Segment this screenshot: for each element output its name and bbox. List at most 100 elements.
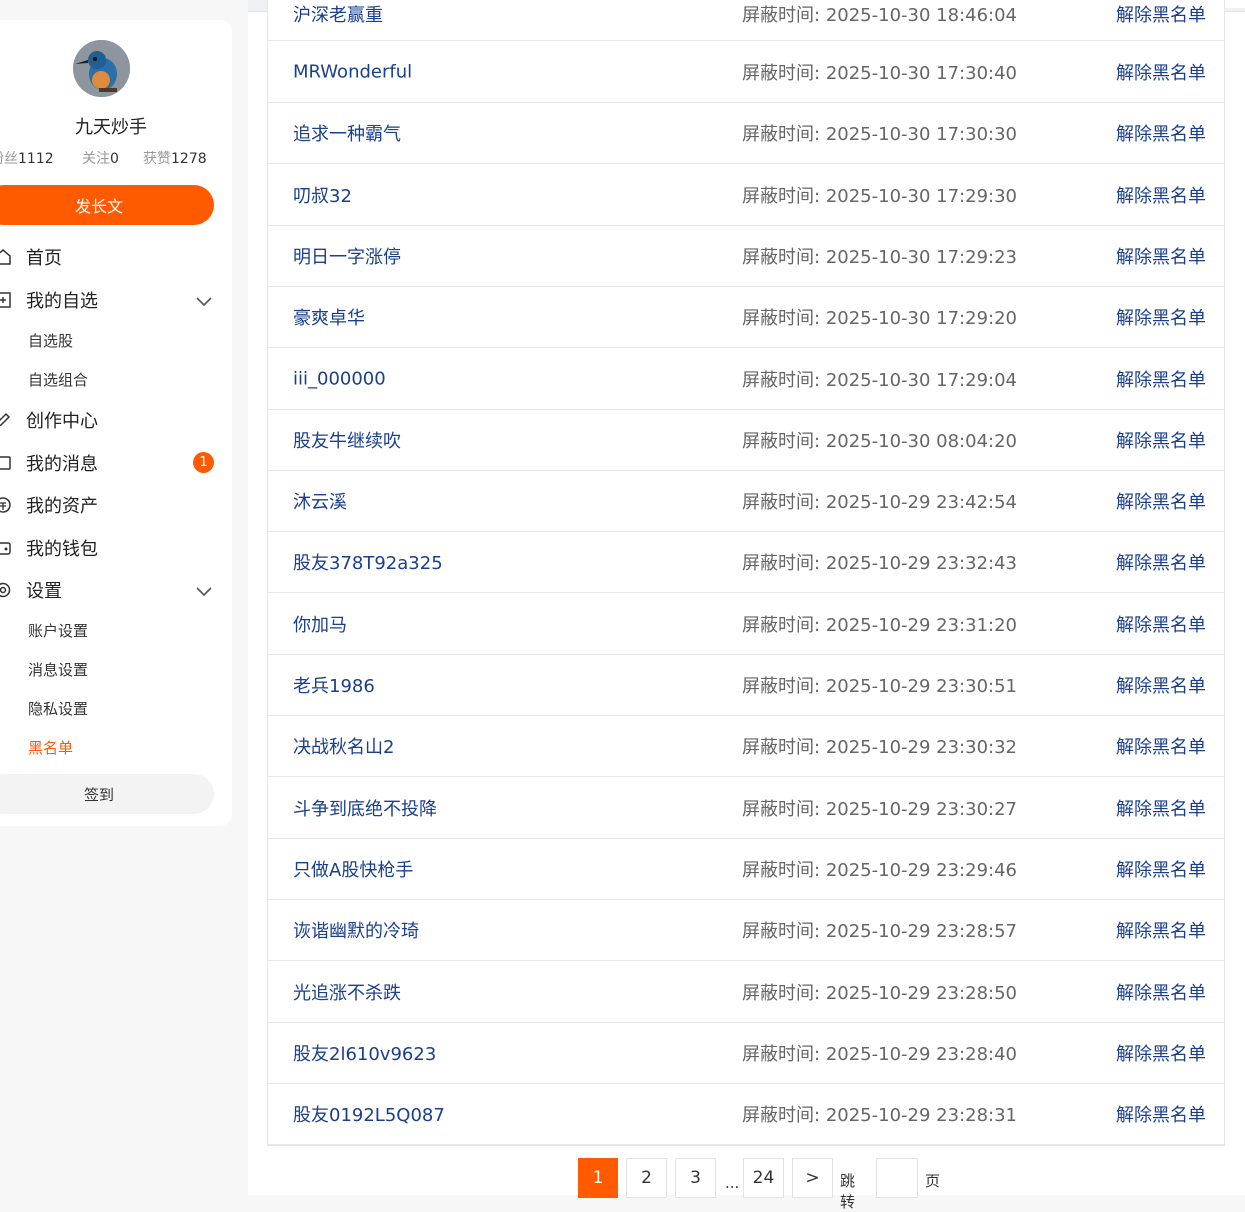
unblock-button[interactable]: 解除黑名单 <box>1116 917 1206 943</box>
blocked-user-name[interactable]: 只做A股快枪手 <box>293 856 413 882</box>
blocked-user-name[interactable]: 追求一种霸气 <box>293 120 401 146</box>
table-row: 股友牛继续吹 屏蔽时间: 2025-10-30 08:04:20 解除黑名单 <box>268 410 1224 471</box>
blocked-user-name[interactable]: 光追涨不杀跌 <box>293 979 401 1005</box>
user-name[interactable]: 九天炒手 <box>0 113 232 139</box>
nav-wallet[interactable]: 我的钱包 <box>0 533 232 563</box>
table-row: 沐云溪 屏蔽时间: 2025-10-29 23:42:54 解除黑名单 <box>268 471 1224 533</box>
table-row-partial: 沪深老赢重 屏蔽时间: 2025-10-30 18:46:04 解除黑名单 <box>268 0 1224 41</box>
block-time: 屏蔽时间: 2025-10-30 17:30:30 <box>742 120 1017 146</box>
unblock-button[interactable]: 解除黑名单 <box>1116 1 1206 27</box>
blocked-user-name[interactable]: 股友0192L5Q087 <box>293 1101 445 1127</box>
block-time: 屏蔽时间: 2025-10-30 17:29:23 <box>742 243 1017 269</box>
table-row: 你加马 屏蔽时间: 2025-10-29 23:31:20 解除黑名单 <box>268 594 1224 655</box>
table-row: iii_000000 屏蔽时间: 2025-10-30 17:29:04 解除黑名单 <box>268 349 1224 410</box>
sub-watchlist-stocks[interactable]: 自选股 <box>28 330 73 351</box>
page-button-1[interactable]: 1 <box>578 1158 618 1198</box>
block-time-label: 屏蔽时间: <box>742 124 821 146</box>
blocked-user-name[interactable]: 决战秋名山2 <box>293 733 394 759</box>
page-button-2[interactable]: 2 <box>626 1158 667 1198</box>
blocked-user-name[interactable]: 你加马 <box>293 611 347 637</box>
unblock-button[interactable]: 解除黑名单 <box>1116 1040 1206 1066</box>
unblock-button[interactable]: 解除黑名单 <box>1116 59 1206 85</box>
chevron-down-icon[interactable] <box>195 291 213 312</box>
table-row: 明日一字涨停 屏蔽时间: 2025-10-30 17:29:23 解除黑名单 <box>268 226 1224 287</box>
blocked-user-name[interactable]: iii_000000 <box>293 368 386 389</box>
block-time-value: 2025-10-30 08:04:20 <box>825 430 1017 452</box>
block-time-label: 屏蔽时间: <box>742 308 821 330</box>
blocked-user-name[interactable]: 明日一字涨停 <box>293 243 401 269</box>
page-button-last[interactable]: 24 <box>743 1158 784 1198</box>
blocked-user-name[interactable]: 股友378T92a325 <box>293 549 443 575</box>
chevron-down-icon[interactable] <box>195 581 213 602</box>
unblock-button[interactable]: 解除黑名单 <box>1116 366 1206 392</box>
block-time-label: 屏蔽时间: <box>742 676 821 697</box>
blocked-user-name[interactable]: 沪深老赢重 <box>293 1 383 27</box>
table-row: 斗争到底绝不投降 屏蔽时间: 2025-10-29 23:30:27 解除黑名单 <box>268 778 1224 839</box>
unblock-button[interactable]: 解除黑名单 <box>1116 1101 1206 1127</box>
unblock-button[interactable]: 解除黑名单 <box>1116 611 1206 637</box>
nav-messages-label: 我的消息 <box>26 454 98 475</box>
blocked-user-name[interactable]: 股友2l610v9623 <box>293 1040 436 1066</box>
likes-count: 1278 <box>171 151 207 167</box>
block-time: 屏蔽时间: 2025-10-29 23:28:40 <box>742 1040 1017 1066</box>
table-row: 光追涨不杀跌 屏蔽时间: 2025-10-29 23:28:50 解除黑名单 <box>268 962 1224 1023</box>
sub-message-settings[interactable]: 消息设置 <box>28 659 88 680</box>
unblock-button[interactable]: 解除黑名单 <box>1116 243 1206 269</box>
nav-watchlist[interactable]: 我的自选 <box>0 285 232 315</box>
unblock-button[interactable]: 解除黑名单 <box>1116 488 1206 514</box>
block-time-value: 2025-10-29 23:31:20 <box>825 614 1017 636</box>
unblock-button[interactable]: 解除黑名单 <box>1116 182 1206 208</box>
blocked-user-name[interactable]: 豪爽卓华 <box>293 304 365 330</box>
sub-blacklist[interactable]: 黑名单 <box>28 737 73 758</box>
sub-account-settings[interactable]: 账户设置 <box>28 620 88 641</box>
nav-settings[interactable]: 设置 <box>0 575 232 605</box>
nav-settings-label: 设置 <box>26 581 62 602</box>
follow-label: 关注 <box>82 151 110 167</box>
blocked-user-name[interactable]: MRWonderful <box>293 62 412 83</box>
block-time-value: 2025-10-29 23:42:54 <box>825 492 1017 514</box>
table-row: 决战秋名山2 屏蔽时间: 2025-10-29 23:30:32 解除黑名单 <box>268 716 1224 778</box>
blocked-user-name[interactable]: 沐云溪 <box>293 488 347 514</box>
block-time-value: 2025-10-30 17:29:23 <box>825 246 1017 268</box>
unblock-button[interactable]: 解除黑名单 <box>1116 427 1206 453</box>
publish-article-button[interactable]: 发长文 <box>0 185 214 225</box>
block-time: 屏蔽时间: 2025-10-30 18:46:04 <box>742 1 1017 27</box>
block-time-value: 2025-10-29 23:29:46 <box>825 859 1017 881</box>
nav-watchlist-label: 我的自选 <box>26 291 98 312</box>
page-jump-input[interactable] <box>876 1158 918 1198</box>
unblock-button[interactable]: 解除黑名单 <box>1116 304 1206 330</box>
blocked-user-name[interactable]: 诙谐幽默的冷琦 <box>293 917 419 943</box>
blocked-user-name[interactable]: 斗争到底绝不投降 <box>293 795 437 821</box>
block-time-label: 屏蔽时间: <box>742 1105 821 1127</box>
unblock-button[interactable]: 解除黑名单 <box>1116 672 1206 698</box>
nav-creator[interactable]: 创作中心 <box>0 405 232 435</box>
blocked-user-name[interactable]: 股友牛继续吹 <box>293 427 401 453</box>
wallet-icon <box>0 539 12 557</box>
unblock-button[interactable]: 解除黑名单 <box>1116 120 1206 146</box>
next-page-button[interactable]: > <box>792 1158 833 1198</box>
sub-privacy-settings[interactable]: 隐私设置 <box>28 698 88 719</box>
unblock-button[interactable]: 解除黑名单 <box>1116 856 1206 882</box>
fans-stat[interactable]: 粉丝1112 <box>0 148 54 168</box>
assets-icon <box>0 496 12 514</box>
page-button-3[interactable]: 3 <box>675 1158 716 1198</box>
checkin-button[interactable]: 签到 <box>0 774 214 814</box>
table-row: 诙谐幽默的冷琦 屏蔽时间: 2025-10-29 23:28:57 解除黑名单 <box>268 900 1224 962</box>
sidebar: 九天炒手 粉丝1112 关注0 获赞1278 发长文 首页 我的自选 自选股 自… <box>0 20 232 826</box>
blocked-user-name[interactable]: 叨叔32 <box>293 182 352 208</box>
block-time-value: 2025-10-30 18:46:04 <box>825 5 1017 26</box>
nav-messages[interactable]: 我的消息 1 <box>0 448 232 478</box>
avatar[interactable] <box>73 40 130 97</box>
unblock-button[interactable]: 解除黑名单 <box>1116 979 1206 1005</box>
sub-watchlist-groups[interactable]: 自选组合 <box>28 369 88 390</box>
nav-home[interactable]: 首页 <box>0 242 232 272</box>
follow-stat[interactable]: 关注0 <box>82 148 119 168</box>
unblock-button[interactable]: 解除黑名单 <box>1116 549 1206 575</box>
unblock-button[interactable]: 解除黑名单 <box>1116 733 1206 759</box>
unblock-button[interactable]: 解除黑名单 <box>1116 795 1206 821</box>
blocked-user-name[interactable]: 老兵1986 <box>293 672 375 698</box>
block-time: 屏蔽时间: 2025-10-29 23:29:46 <box>742 856 1017 882</box>
nav-assets[interactable]: 我的资产 <box>0 490 232 520</box>
block-time: 屏蔽时间: 2025-10-29 23:30:27 <box>742 795 1017 821</box>
likes-stat: 获赞1278 <box>143 148 207 168</box>
